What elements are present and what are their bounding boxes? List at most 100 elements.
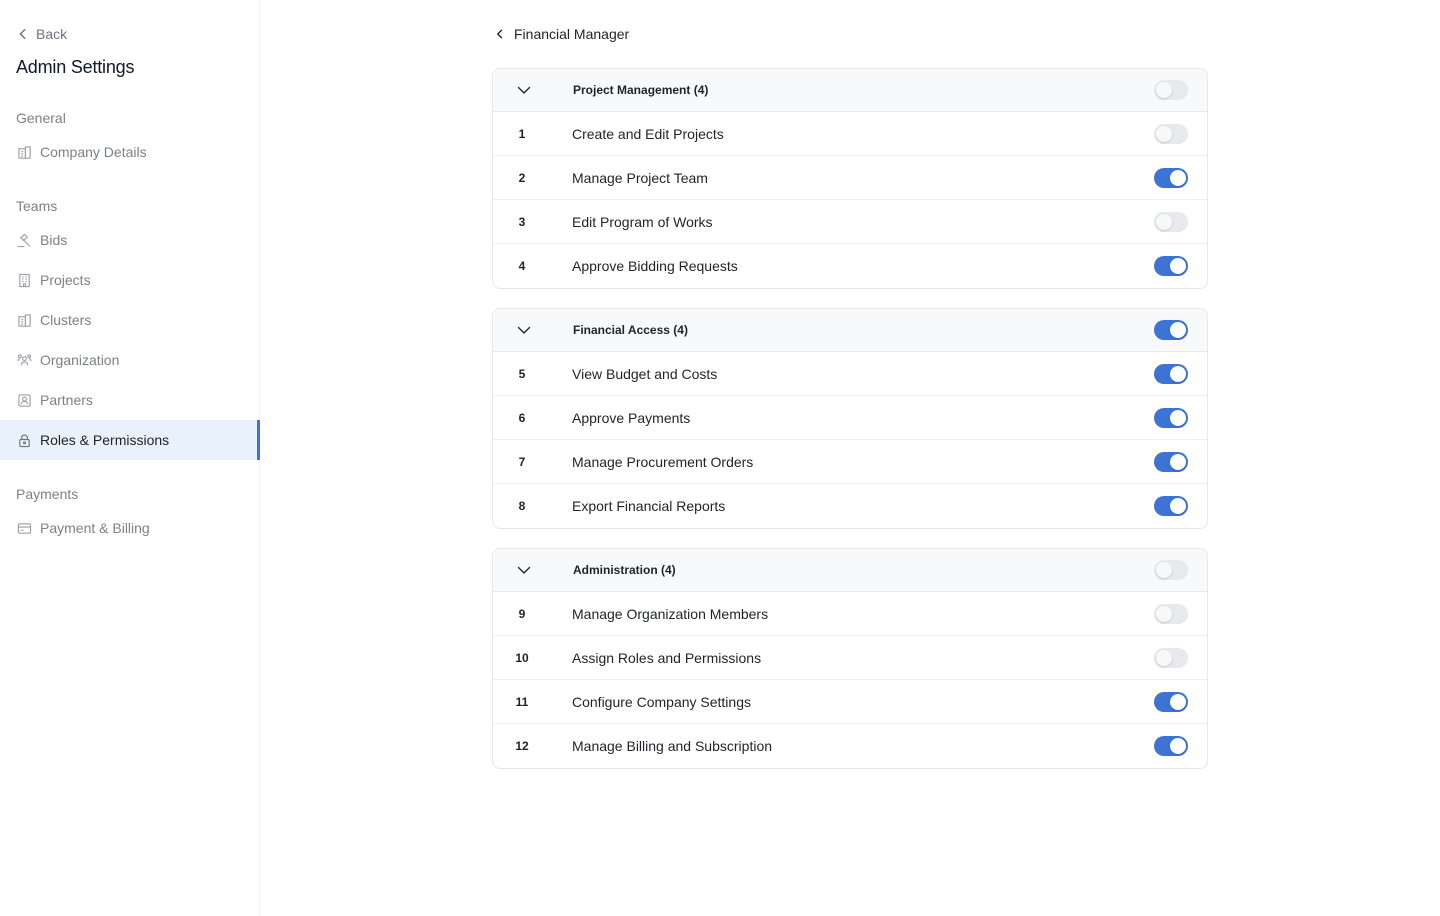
permission-row: 5 View Budget and Costs: [493, 352, 1207, 396]
permission-toggle[interactable]: [1154, 496, 1188, 516]
permission-row: 6 Approve Payments: [493, 396, 1207, 440]
sidebar-item-label: Partners: [40, 392, 93, 408]
credit-card-icon: [16, 520, 32, 536]
permission-row: 8 Export Financial Reports: [493, 484, 1207, 528]
permission-toggle[interactable]: [1154, 167, 1188, 188]
gavel-icon: [16, 232, 32, 248]
permission-toggle[interactable]: [1154, 603, 1188, 624]
permission-label: View Budget and Costs: [572, 365, 718, 382]
group-toggle-wrap: [1135, 80, 1207, 100]
permission-row: 7 Manage Procurement Orders: [493, 440, 1207, 484]
group-header: Administration (4): [493, 549, 1207, 592]
permission-row: 3 Edit Program of Works: [493, 200, 1207, 244]
page-title: Admin Settings: [16, 57, 135, 77]
group-toggle[interactable]: [1154, 320, 1188, 340]
permission-toggle-wrap: [1135, 451, 1207, 472]
sidebar-item-label: Clusters: [40, 312, 92, 328]
sidebar-item-partners[interactable]: Partners: [0, 380, 260, 420]
permission-toggle[interactable]: [1154, 256, 1188, 276]
breadcrumb-label: Financial Manager: [514, 26, 630, 42]
permission-toggle[interactable]: [1154, 647, 1188, 668]
permission-label: Export Financial Reports: [572, 498, 726, 514]
permission-label: Configure Company Settings: [572, 693, 751, 710]
sidebar-item-label: Bids: [40, 232, 68, 248]
permission-toggle-wrap: [1135, 603, 1207, 624]
permission-toggle-wrap: [1135, 407, 1207, 428]
permission-label: Manage Billing and Subscription: [572, 738, 773, 754]
chevron-down-icon[interactable]: [493, 322, 555, 338]
section-label-general: General: [16, 110, 66, 126]
permission-number: 2: [518, 170, 526, 185]
sidebar-item-bids[interactable]: Bids: [0, 220, 260, 260]
permission-toggle-wrap: [1135, 363, 1207, 384]
sidebar-item-company-details[interactable]: Company Details: [0, 132, 260, 172]
sidebar-item-payment-billing[interactable]: Payment & Billing: [0, 508, 260, 548]
permission-number: 5: [518, 366, 526, 381]
permission-row: 10 Assign Roles and Permissions: [493, 636, 1207, 680]
building-icon: [16, 312, 32, 328]
chevron-down-icon[interactable]: [493, 562, 555, 578]
permission-label: Approve Payments: [572, 409, 691, 426]
breadcrumb[interactable]: Financial Manager: [494, 24, 629, 44]
office-building-icon: [16, 272, 32, 288]
permission-toggle-wrap: [1135, 647, 1207, 668]
permission-number: 7: [518, 454, 526, 469]
sidebar-item-organization[interactable]: Organization: [0, 340, 260, 380]
permission-toggle-wrap: [1135, 167, 1207, 188]
permission-number: 11: [515, 694, 529, 709]
group-toggle[interactable]: [1154, 560, 1188, 580]
permission-row: 2 Manage Project Team: [493, 156, 1207, 200]
permission-number: 9: [518, 606, 526, 621]
permission-toggle-wrap: [1135, 211, 1207, 232]
permission-number: 4: [518, 259, 526, 273]
permission-label: Assign Roles and Permissions: [572, 649, 762, 666]
permission-row: 4 Approve Bidding Requests: [493, 244, 1207, 288]
permission-number: 1: [518, 126, 526, 141]
permission-group-project-management: Project Management (4) 1 Create and Edit P…: [492, 68, 1208, 289]
permission-toggle[interactable]: [1154, 211, 1188, 232]
building-icon: [16, 144, 32, 160]
sidebar: Back Admin Settings General Company Deta…: [0, 0, 260, 916]
permission-number: 3: [518, 214, 526, 229]
contact-card-icon: [16, 392, 32, 408]
sidebar-item-roles-permissions[interactable]: Roles & Permissions: [0, 420, 260, 460]
sidebar-item-clusters[interactable]: Clusters: [0, 300, 260, 340]
chevron-down-icon[interactable]: [493, 82, 555, 98]
lock-icon: [16, 432, 32, 448]
users-icon: [16, 352, 32, 368]
permission-row: 11 Configure Company Settings: [493, 680, 1207, 724]
chevron-left-icon: [497, 29, 503, 39]
sidebar-item-label: Projects: [40, 272, 91, 288]
permission-number: 12: [515, 739, 529, 753]
group-toggle-wrap: [1135, 320, 1207, 340]
permission-number: 10: [515, 650, 529, 665]
permission-toggle[interactable]: [1154, 123, 1188, 144]
group-title: Project Management (4): [573, 83, 709, 97]
permission-toggle-wrap: [1135, 123, 1207, 144]
sidebar-item-label: Company Details: [40, 144, 147, 160]
permission-group-financial-access: Financial Access (4) 5 View Budget and Cos…: [492, 308, 1208, 529]
group-title: Financial Access (4): [573, 323, 688, 337]
permission-toggle[interactable]: [1154, 407, 1188, 428]
permission-number: 6: [518, 410, 526, 425]
permission-group-administration: Administration (4) 9 Manage Organization M…: [492, 548, 1208, 769]
chevron-left-icon: [19, 28, 26, 40]
group-title: Administration (4): [573, 563, 676, 577]
permission-row: 1 Create and Edit Projects: [493, 112, 1207, 156]
permission-toggle[interactable]: [1154, 363, 1188, 384]
permission-row: 9 Manage Organization Members: [493, 592, 1207, 636]
permission-label: Manage Procurement Orders: [572, 453, 754, 470]
permission-toggle[interactable]: [1154, 451, 1188, 472]
section-label-payments: Payments: [16, 486, 79, 502]
permission-toggle[interactable]: [1154, 691, 1188, 712]
permission-toggle[interactable]: [1154, 736, 1188, 756]
back-label: Back: [36, 26, 68, 42]
permission-label: Create and Edit Projects: [572, 125, 724, 142]
permission-toggle-wrap: [1135, 736, 1207, 756]
back-button[interactable]: Back: [16, 24, 67, 44]
sidebar-item-label: Payment & Billing: [40, 520, 150, 536]
sidebar-item-projects[interactable]: Projects: [0, 260, 260, 300]
group-toggle[interactable]: [1154, 80, 1188, 100]
section-label-teams: Teams: [16, 198, 58, 214]
permission-row: 12 Manage Billing and Subscription: [493, 724, 1207, 768]
